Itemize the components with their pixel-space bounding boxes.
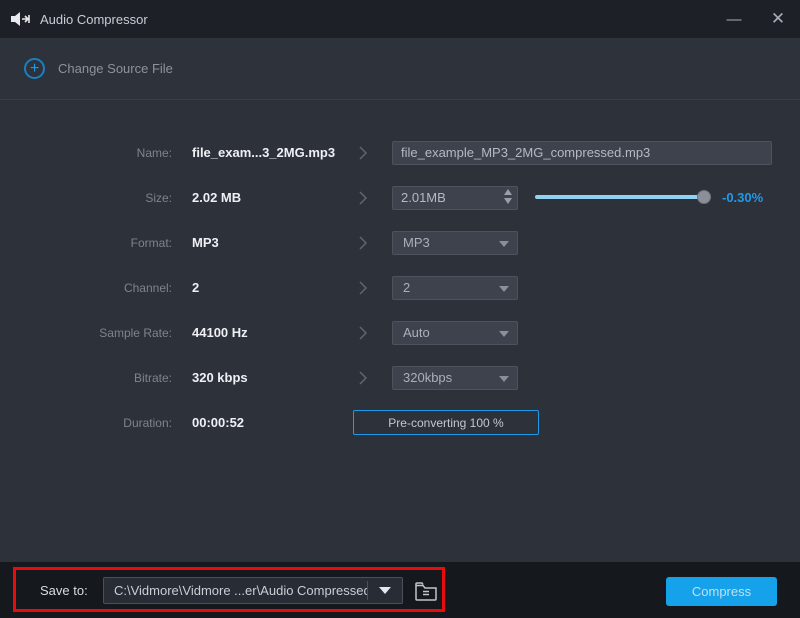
size-row: Size: 2.02 MB 2.01MB -0.30% [0,175,800,220]
chevron-right-icon [353,220,373,265]
name-label: Name: [0,130,172,175]
duration-source-value: 00:00:52 [192,400,244,445]
sample-rate-dropdown[interactable]: Auto [392,321,518,345]
chevron-down-icon [499,331,509,337]
minimize-button[interactable]: — [712,0,756,38]
browse-folder-button[interactable] [412,578,440,603]
bitrate-source-value: 320 kbps [192,355,248,400]
bitrate-label: Bitrate: [0,355,172,400]
chevron-down-icon [499,286,509,292]
bitrate-row: Bitrate: 320 kbps 320kbps [0,355,800,400]
sample-rate-dropdown-value: Auto [393,325,430,340]
save-path-combobox[interactable]: C:\Vidmore\Vidmore ...er\Audio Compresse… [103,577,403,604]
chevron-down-icon [499,376,509,382]
spinner-arrows [504,189,512,204]
duration-row: Duration: 00:00:52 Pre-converting 100 % [0,400,800,445]
size-spinbox-value: 2.01MB [393,190,517,205]
title-bar: Audio Compressor — ✕ [0,0,800,38]
channel-dropdown-value: 2 [393,280,410,295]
close-button[interactable]: ✕ [756,0,800,38]
bitrate-dropdown-value: 320kbps [393,370,452,385]
window-controls: — ✕ [712,0,800,38]
header-bar: + Change Source File [0,38,800,100]
bitrate-dropdown[interactable]: 320kbps [392,366,518,390]
save-to-label: Save to: [40,562,88,618]
slider-thumb[interactable] [697,190,711,204]
save-path-value[interactable]: C:\Vidmore\Vidmore ...er\Audio Compresse… [104,583,367,598]
chevron-right-icon [353,130,373,175]
chevron-right-icon [353,355,373,400]
name-row: Name: file_exam...3_2MG.mp3 [0,130,800,175]
output-name-input[interactable] [392,141,772,165]
chevron-down-icon [379,587,391,594]
channel-dropdown[interactable]: 2 [392,276,518,300]
sample-rate-source-value: 44100 Hz [192,310,248,355]
channel-label: Channel: [0,265,172,310]
sample-rate-label: Sample Rate: [0,310,172,355]
compress-button[interactable]: Compress [666,577,777,606]
footer-bar: Save to: C:\Vidmore\Vidmore ...er\Audio … [0,562,800,618]
chevron-right-icon [353,310,373,355]
chevron-right-icon [353,175,373,220]
change-source-file-button[interactable]: Change Source File [58,61,173,76]
settings-panel: Name: file_exam...3_2MG.mp3 Size: 2.02 M… [0,101,800,563]
format-dropdown[interactable]: MP3 [392,231,518,255]
pre-converting-button[interactable]: Pre-converting 100 % [353,410,539,435]
duration-label: Duration: [0,400,172,445]
chevron-down-icon [499,241,509,247]
audio-compressor-window: Audio Compressor — ✕ + Change Source Fil… [0,0,800,618]
size-reduction-percent: -0.30% [722,175,763,220]
format-dropdown-value: MP3 [393,235,430,250]
folder-icon [414,581,438,601]
save-path-dropdown-button[interactable] [368,578,402,603]
window-title: Audio Compressor [40,12,148,27]
format-label: Format: [0,220,172,265]
add-circle-icon[interactable]: + [24,58,45,79]
spin-up-icon[interactable] [504,189,512,195]
format-row: Format: MP3 MP3 [0,220,800,265]
chevron-right-icon [353,265,373,310]
slider-track[interactable] [535,195,711,199]
size-source-value: 2.02 MB [192,175,241,220]
sample-rate-row: Sample Rate: 44100 Hz Auto [0,310,800,355]
channel-row: Channel: 2 2 [0,265,800,310]
spin-down-icon[interactable] [504,198,512,204]
format-source-value: MP3 [192,220,219,265]
size-spinbox[interactable]: 2.01MB [392,186,518,210]
channel-source-value: 2 [192,265,199,310]
size-slider[interactable] [535,175,711,220]
size-label: Size: [0,175,172,220]
name-source-value: file_exam...3_2MG.mp3 [192,130,335,175]
speaker-compress-icon [11,11,31,27]
